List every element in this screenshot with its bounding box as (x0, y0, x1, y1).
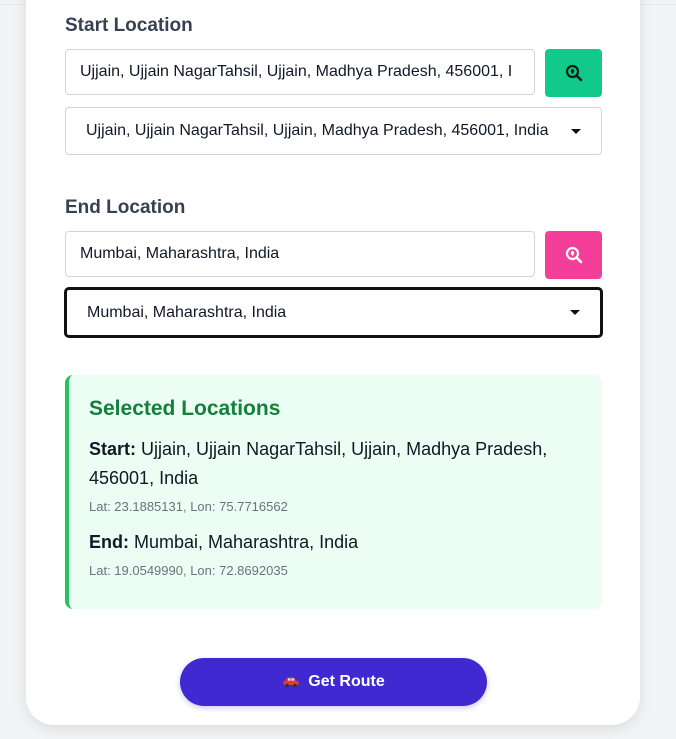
car-icon (283, 677, 299, 688)
end-selected-option: Mumbai, Maharashtra, India (87, 303, 287, 321)
end-search-button[interactable] (545, 231, 602, 279)
chevron-down-icon (571, 128, 581, 134)
start-coordinates: Lat: 23.1885131, Lon: 75.7716562 (89, 499, 288, 514)
chevron-down-icon (570, 310, 580, 315)
get-route-label: Get Route (308, 673, 385, 690)
start-summary-label: Start: (89, 439, 137, 459)
get-route-button[interactable]: Get Route (180, 658, 487, 706)
start-location-select[interactable]: Ujjain, Ujjain NagarTahsil, Ujjain, Madh… (65, 107, 602, 155)
start-search-button[interactable] (545, 49, 602, 97)
search-location-icon (565, 64, 582, 82)
start-summary: Start: Ujjain, Ujjain NagarTahsil, Ujjai… (89, 435, 582, 493)
start-location-input[interactable] (65, 49, 535, 95)
end-location-select[interactable]: Mumbai, Maharashtra, India (65, 288, 602, 337)
end-coordinates: Lat: 19.0549990, Lon: 72.8692035 (89, 563, 288, 578)
end-location-input[interactable] (65, 231, 535, 277)
selected-locations-panel: Selected Locations Start: Ujjain, Ujjain… (65, 375, 602, 609)
start-location-label: Start Location (65, 15, 193, 36)
start-selected-option: Ujjain, Ujjain NagarTahsil, Ujjain, Madh… (86, 122, 549, 139)
end-summary-value: Mumbai, Maharashtra, India (134, 532, 359, 552)
summary-title: Selected Locations (89, 397, 281, 420)
search-location-icon (565, 246, 582, 264)
end-location-label: End Location (65, 197, 186, 218)
end-summary-label: End: (89, 532, 129, 552)
start-summary-value: Ujjain, Ujjain NagarTahsil, Ujjain, Madh… (89, 439, 548, 488)
end-summary: End: Mumbai, Maharashtra, India (89, 528, 582, 557)
